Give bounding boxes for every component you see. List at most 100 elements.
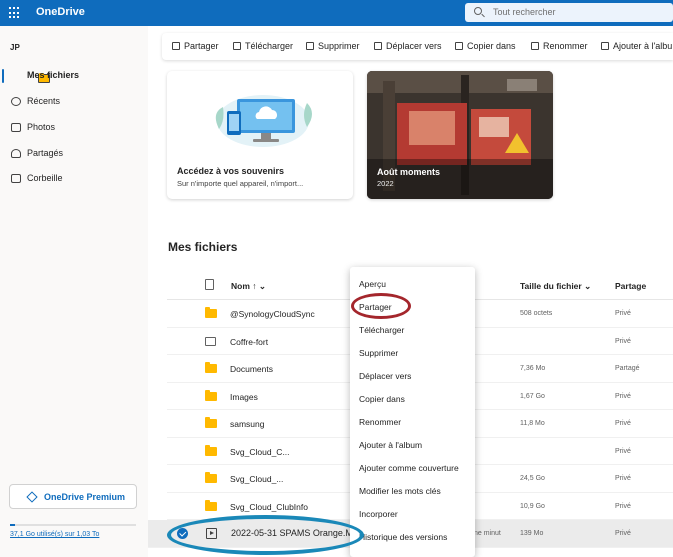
file-type-icon	[205, 279, 214, 290]
folder-icon	[205, 417, 217, 428]
search-input[interactable]: Tout rechercher	[465, 3, 673, 22]
sidebar-item-label: Partagés	[27, 148, 64, 158]
sidebar-item-corbeille[interactable]: Corbeille	[0, 168, 148, 190]
file-size: 1,67 Go	[520, 392, 545, 400]
file-sharing: Privé	[615, 310, 631, 317]
file-sharing: Privé	[615, 337, 631, 345]
file-modified: ne minut	[474, 530, 501, 537]
file-sharing: Privé	[615, 475, 631, 482]
file-name[interactable]: @SynologyCloudSync	[230, 309, 315, 319]
file-name[interactable]: Images	[230, 392, 258, 402]
file-size: 24,5 Go	[520, 475, 545, 482]
premium-button[interactable]: OneDrive Premium	[9, 484, 137, 509]
sidebar-item-partages[interactable]: Partagés	[0, 143, 148, 165]
download-icon	[233, 42, 241, 50]
people-icon	[11, 149, 21, 158]
file-sharing: Privé	[615, 530, 631, 537]
annotation-circle-red	[351, 293, 411, 319]
storage-text[interactable]: 37,1 Go utilisé(s) sur 1,03 To	[10, 531, 99, 538]
file-sharing: Privé	[615, 420, 631, 427]
file-name[interactable]: samsung	[230, 419, 265, 429]
menu-item-apercu[interactable]: Aperçu	[359, 279, 386, 289]
file-name[interactable]: Svg_Cloud_...	[230, 474, 283, 484]
folder-icon	[205, 444, 217, 456]
moments-photo	[367, 71, 553, 199]
folder-icon	[205, 389, 217, 401]
moments-card[interactable]: Août moments 2022	[367, 71, 553, 199]
file-name[interactable]: Svg_Cloud_ClubInfo	[230, 502, 308, 512]
vault-icon	[205, 336, 216, 346]
premium-label: OneDrive Premium	[44, 492, 126, 502]
sidebar-item-label: Récents	[27, 96, 61, 106]
move-to-button[interactable]: Déplacer vers	[374, 41, 442, 51]
trash-icon	[306, 42, 314, 50]
diamond-icon	[26, 491, 38, 503]
app-title[interactable]: OneDrive	[36, 6, 85, 18]
file-name[interactable]: Svg_Cloud_C...	[230, 447, 290, 457]
delete-button[interactable]: Supprimer	[306, 41, 360, 51]
rename-icon	[531, 42, 539, 50]
sidebar-item-label: Photos	[27, 122, 56, 132]
add-to-album-button[interactable]: Ajouter à l'albu	[601, 41, 672, 51]
annotation-circle-blue	[167, 515, 364, 555]
folder-icon	[205, 499, 217, 511]
menu-item-copier[interactable]: Copier dans	[359, 394, 405, 404]
share-icon	[172, 42, 180, 50]
copy-icon	[455, 42, 463, 50]
share-button[interactable]: Partager	[172, 41, 219, 51]
app-launcher-icon[interactable]	[9, 7, 21, 19]
clock-icon	[11, 97, 21, 106]
card-subtitle: Sur n'importe quel appareil, n'import...	[177, 179, 304, 188]
search-placeholder: Tout rechercher	[493, 7, 556, 17]
file-size: 139 Mo	[520, 530, 544, 537]
card-title: Accédez à vos souvenirs	[177, 166, 285, 176]
rename-button[interactable]: Renommer	[531, 41, 588, 51]
menu-item-ajouter-album[interactable]: Ajouter à l'album	[359, 440, 422, 450]
folder-icon	[205, 307, 217, 318]
devices-illustration	[215, 95, 312, 147]
menu-item-supprimer[interactable]: Supprimer	[359, 348, 398, 358]
menu-item-telecharger[interactable]: Télécharger	[359, 325, 404, 335]
section-title: Mes fichiers	[168, 240, 238, 254]
user-name[interactable]: JP	[10, 43, 20, 52]
file-name[interactable]: Documents	[230, 364, 273, 374]
trash-icon	[11, 174, 21, 183]
sidebar-item-mes-fichiers[interactable]: Mes fichiers	[0, 65, 148, 87]
file-sharing: Partagé	[615, 365, 640, 372]
sidebar-item-recents[interactable]: Récents	[0, 91, 148, 113]
image-icon	[11, 123, 21, 132]
file-sharing: Privé	[615, 447, 631, 455]
file-sharing: Privé	[615, 392, 631, 400]
file-name[interactable]: Coffre-fort	[230, 337, 268, 347]
sidebar-item-label: Mes fichiers	[27, 70, 80, 80]
command-bar: Partager Télécharger Supprimer Déplacer …	[162, 33, 673, 60]
file-size: 508 octets	[520, 310, 553, 317]
sidebar-item-label: Corbeille	[27, 173, 63, 183]
menu-item-mots-cles[interactable]: Modifier les mots clés	[359, 486, 441, 496]
folder-icon	[205, 472, 217, 483]
memories-card[interactable]: Accédez à vos souvenirs Sur n'importe qu…	[167, 71, 353, 199]
sidebar-item-photos[interactable]: Photos	[0, 117, 148, 139]
file-sharing: Privé	[615, 502, 631, 510]
file-size: 10,9 Go	[520, 502, 545, 510]
column-header-sharing[interactable]: Partage	[615, 281, 646, 291]
menu-item-couverture[interactable]: Ajouter comme couverture	[359, 463, 459, 473]
copy-to-button[interactable]: Copier dans	[455, 41, 516, 51]
menu-item-incorporer[interactable]: Incorporer	[359, 509, 398, 519]
file-size: 7,36 Mo	[520, 365, 546, 372]
card-title: Août moments	[377, 167, 440, 177]
menu-item-renommer[interactable]: Renommer	[359, 417, 401, 427]
download-button[interactable]: Télécharger	[233, 41, 293, 51]
storage-bar	[10, 524, 136, 526]
menu-item-historique[interactable]: Historique des versions	[359, 532, 447, 542]
column-header-name[interactable]: Nom ↑ ⌄	[231, 281, 266, 292]
move-icon	[374, 42, 382, 50]
card-subtitle: 2022	[377, 179, 394, 188]
sidebar: JP Mes fichiers Récents Photos Partagés …	[0, 26, 148, 557]
search-icon	[474, 7, 482, 15]
folder-icon	[205, 362, 217, 373]
column-header-size[interactable]: Taille du fichier ⌄	[520, 281, 591, 292]
top-bar: OneDrive Tout rechercher	[0, 0, 673, 26]
menu-item-deplacer[interactable]: Déplacer vers	[359, 371, 411, 381]
storage-bar-fill	[10, 524, 15, 526]
